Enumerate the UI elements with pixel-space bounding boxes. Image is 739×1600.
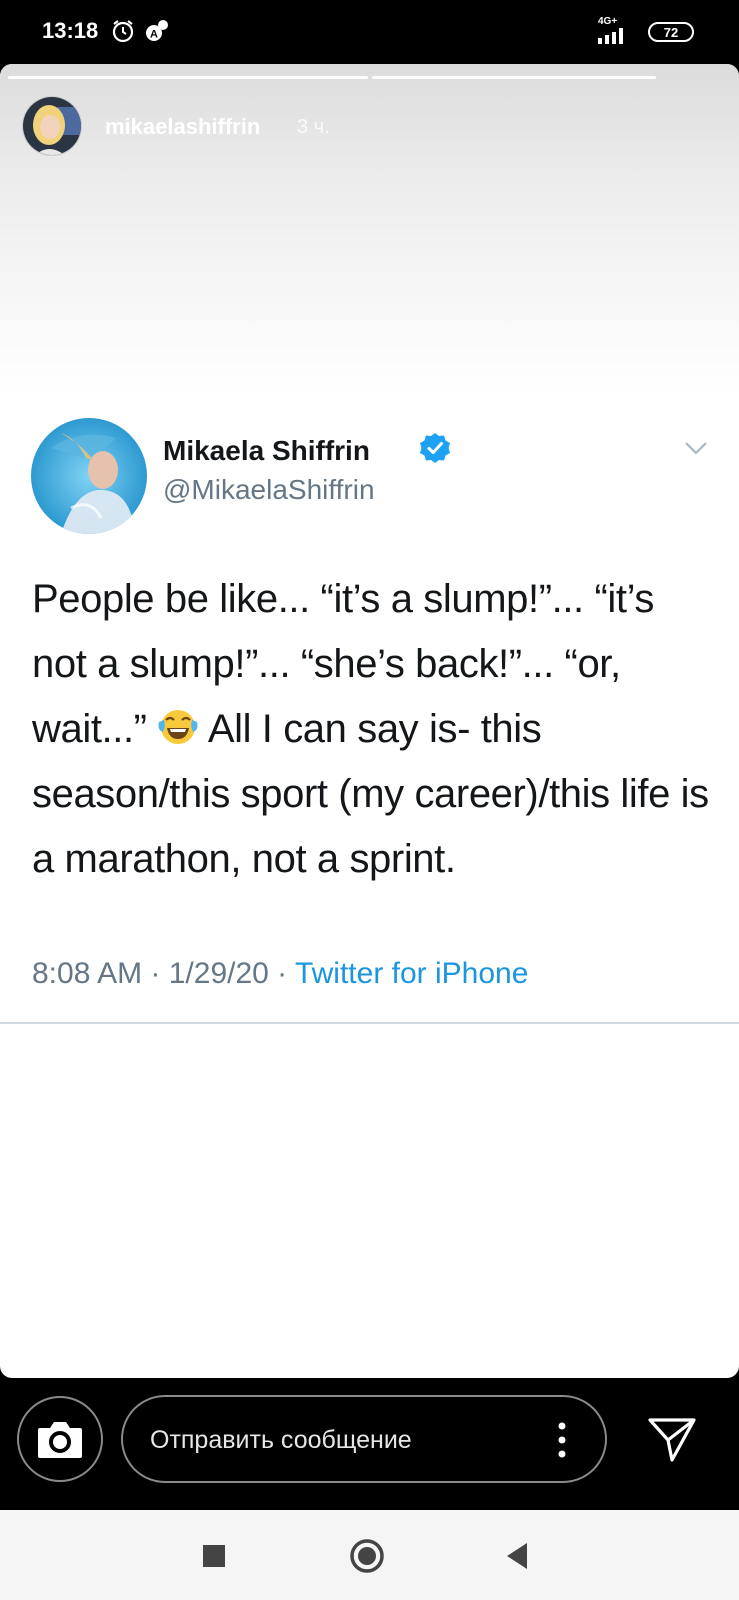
- tweet-author-name: Mikaela Shiffrin: [163, 435, 370, 466]
- status-time: 13:18: [42, 18, 99, 43]
- story-progress-segment: [8, 76, 368, 79]
- tweet-text: People be like... “it’s a slump!”... “it…: [32, 567, 712, 892]
- send-icon[interactable]: [646, 1414, 698, 1466]
- chevron-down-icon: [685, 442, 707, 455]
- tweet-avatar: [31, 418, 147, 534]
- back-icon[interactable]: [500, 1538, 536, 1574]
- story-progress-segment: [372, 76, 656, 79]
- story-card[interactable]: mikaelashiffrin 3 ч. Mikaela Shiffrin @M…: [0, 64, 739, 1378]
- more-options-icon[interactable]: [552, 1418, 572, 1462]
- tweet-meta: 8:08 AM · 1/29/20 · Twitter for iPhone: [32, 957, 528, 991]
- tweet-time: 8:08 AM: [32, 957, 143, 990]
- battery-icon: 72: [648, 22, 694, 42]
- message-input-placeholder: Отправить сообщение: [150, 1426, 412, 1454]
- alarm-icon: [112, 20, 134, 43]
- story-avatar[interactable]: [22, 96, 82, 156]
- tweet-meta-separator: ·: [142, 957, 169, 990]
- svg-text:A: A: [150, 29, 158, 41]
- signal-icon: [598, 28, 623, 44]
- recents-icon[interactable]: [196, 1538, 232, 1574]
- story-username[interactable]: mikaelashiffrin: [105, 114, 260, 140]
- camera-button[interactable]: [17, 1396, 103, 1482]
- verified-badge-icon: [420, 433, 450, 463]
- network-label: 4G+: [598, 16, 618, 27]
- tweet-date: 1/29/20: [168, 957, 269, 990]
- tweet-source: Twitter for iPhone: [294, 957, 529, 990]
- tweet-author-handle: @MikaelaShiffrin: [163, 474, 375, 505]
- home-icon[interactable]: [349, 1538, 385, 1574]
- battery-level: 72: [663, 25, 679, 40]
- story-time: 3 ч.: [297, 116, 330, 138]
- tweet-meta-separator: ·: [268, 957, 295, 990]
- status-bar: 13:18 A 4G+ 72: [0, 0, 739, 62]
- auto-brightness-icon: A: [146, 20, 168, 41]
- camera-icon: [38, 1422, 82, 1458]
- face-with-tears-of-joy-emoji: [158, 710, 198, 744]
- tweet-divider: [0, 1022, 739, 1024]
